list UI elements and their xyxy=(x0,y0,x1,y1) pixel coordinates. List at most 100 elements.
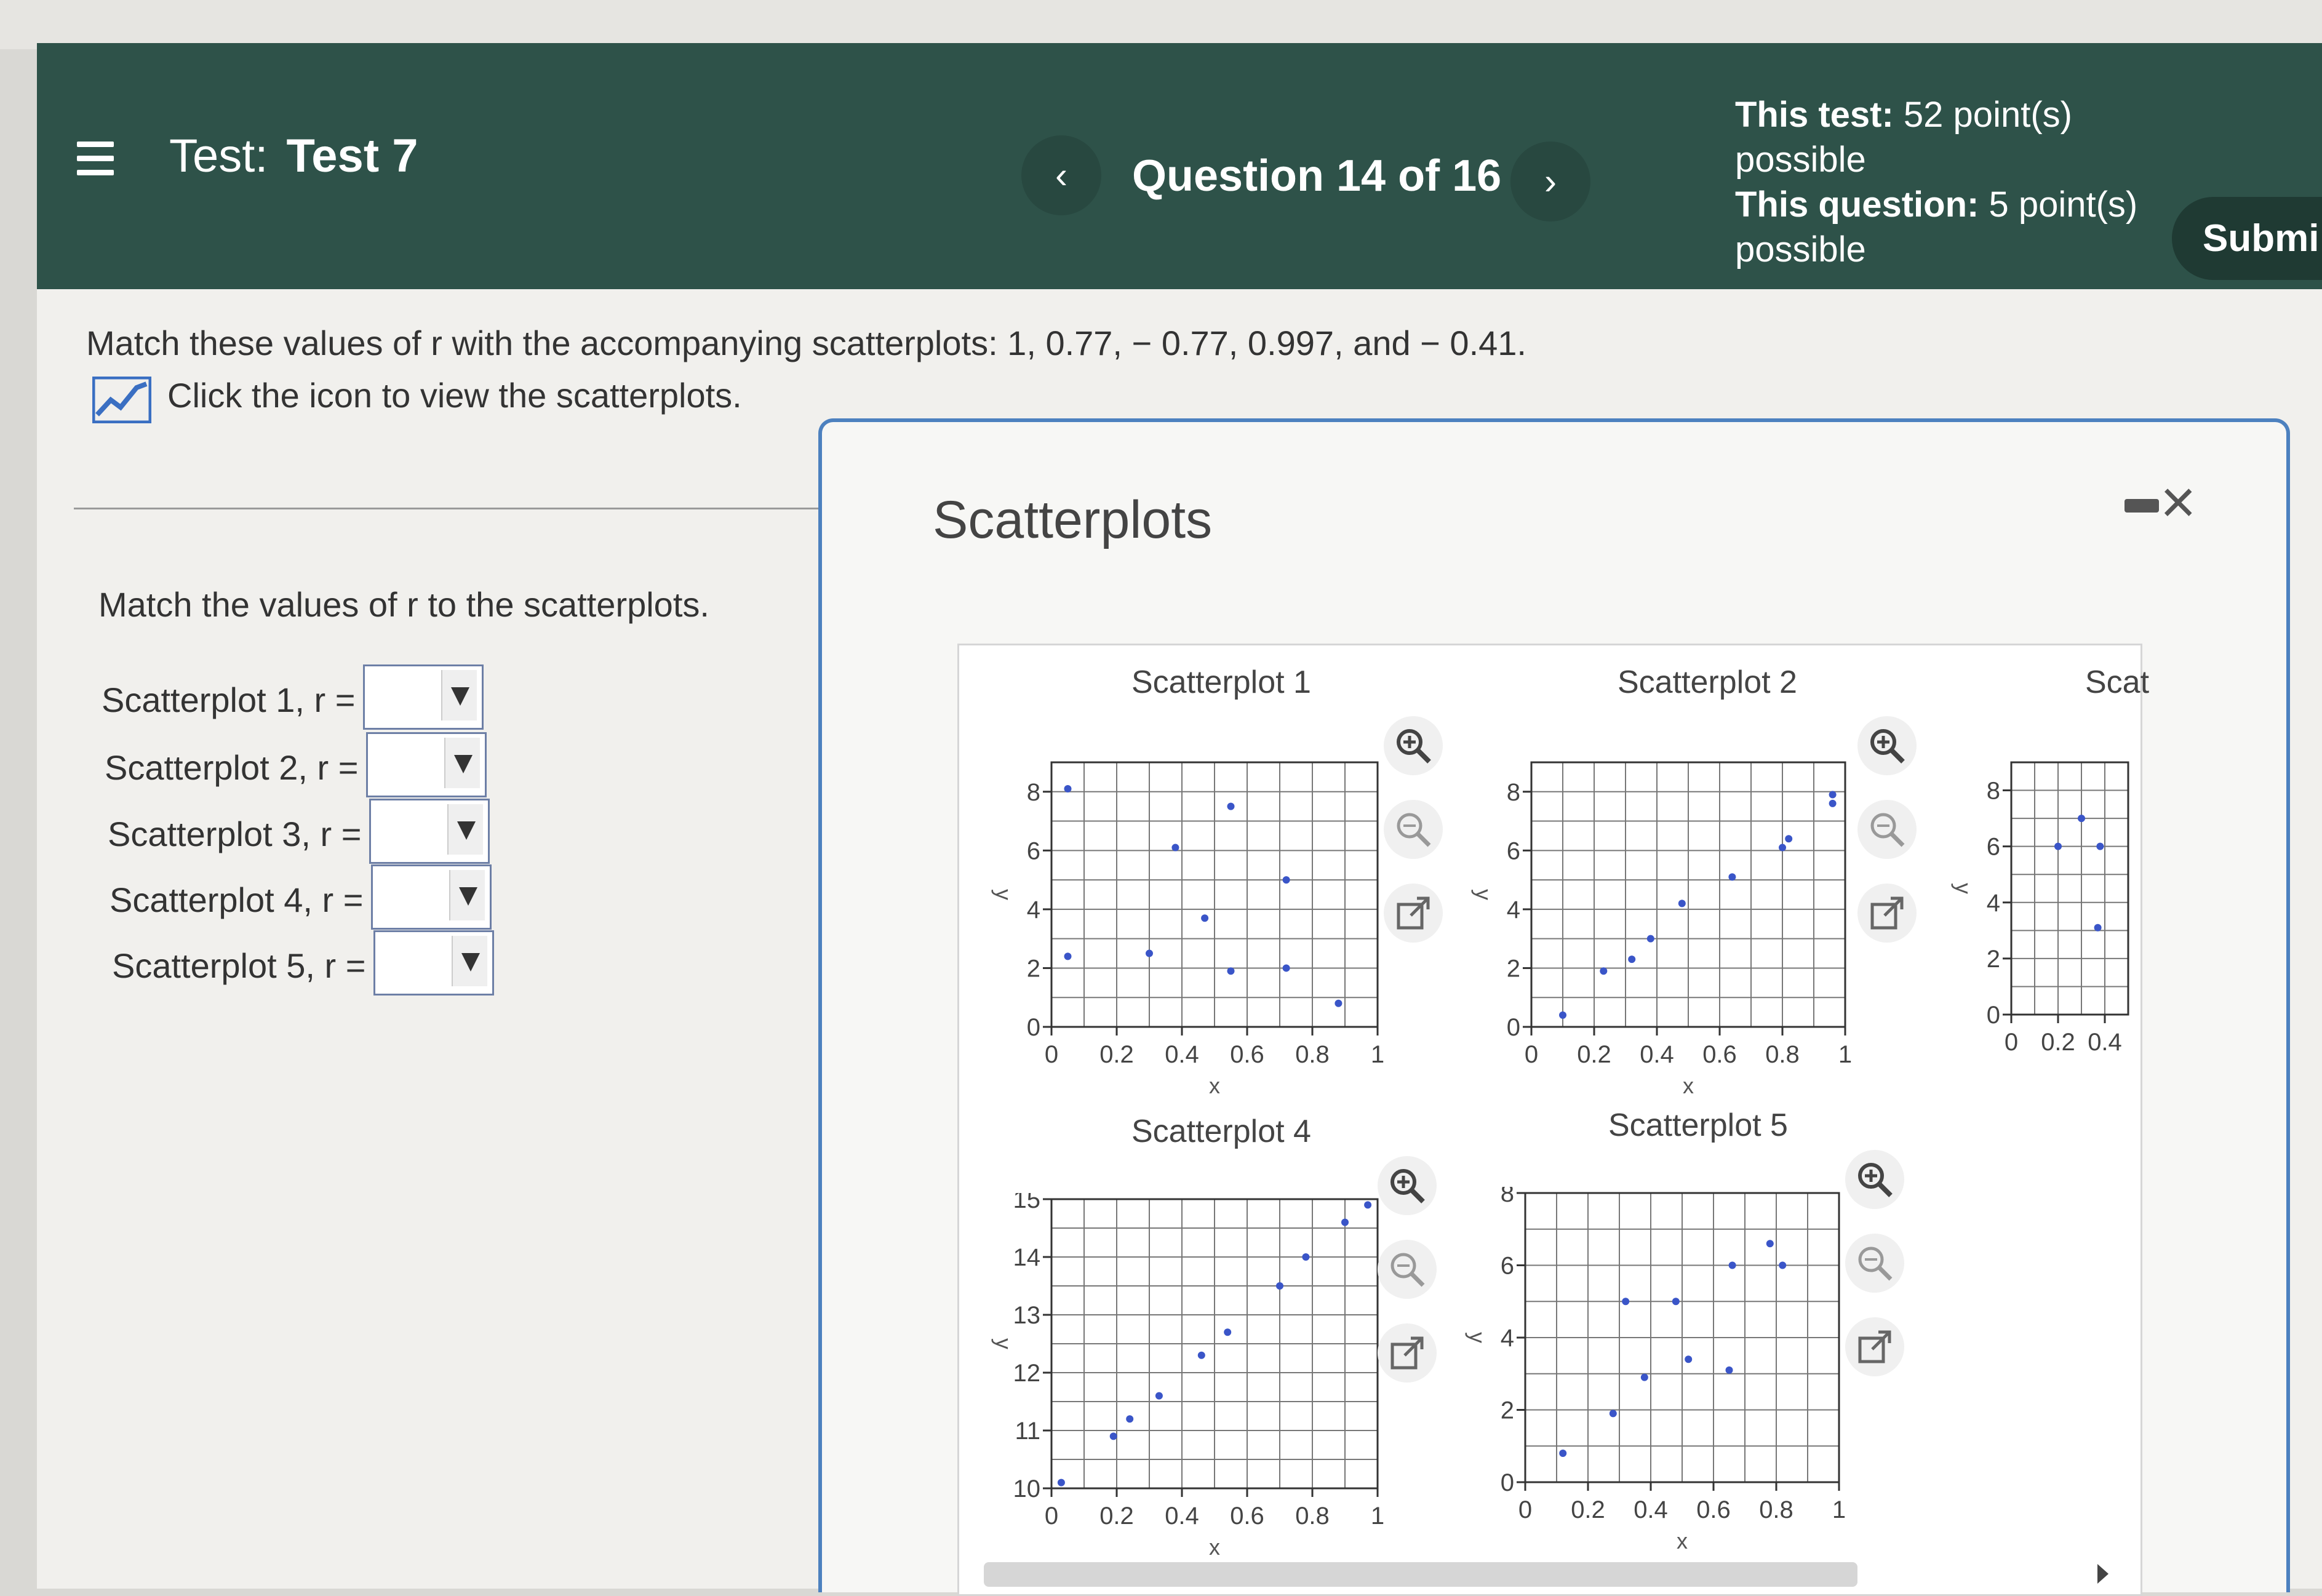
data-point xyxy=(1628,956,1636,964)
grid xyxy=(2011,762,2129,1015)
x-tick-label: 0.4 xyxy=(1165,1041,1199,1068)
divider xyxy=(74,508,818,509)
submit-test-button[interactable]: Submi xyxy=(2172,197,2322,280)
data-point xyxy=(1728,1261,1736,1269)
data-point xyxy=(1227,802,1235,810)
y-tick-label: 4 xyxy=(1507,896,1520,924)
data-point xyxy=(1622,1298,1630,1306)
y-tick-label: 4 xyxy=(1027,896,1040,924)
data-point xyxy=(2094,924,2102,932)
x-tick-label: 1 xyxy=(1371,1041,1384,1068)
open-external-icon[interactable] xyxy=(1378,1323,1437,1383)
r-value-dropdown-1[interactable] xyxy=(363,664,484,730)
scatterplot-5: 0 0.2 0.4 0.6 0.8 1 0 2 4 6 8 x y xyxy=(1465,1187,1846,1554)
y-axis-label: y xyxy=(991,889,1016,900)
close-icon[interactable]: × xyxy=(2160,471,2196,533)
zoom-in-icon[interactable] xyxy=(1384,716,1443,775)
r-value-dropdown-5[interactable] xyxy=(373,930,494,996)
zoom-in-icon[interactable] xyxy=(1378,1156,1437,1215)
dropdown-arrow-icon xyxy=(444,738,480,788)
data-point xyxy=(2078,815,2085,823)
r-value-dropdown-2[interactable] xyxy=(366,732,487,797)
previous-question-button[interactable]: ‹ xyxy=(1021,135,1101,215)
y-axis-label: y xyxy=(1465,1332,1490,1343)
match-row-5: Scatterplot 5, r = xyxy=(112,930,506,996)
r-value-dropdown-3[interactable] xyxy=(369,799,490,864)
data-point xyxy=(1779,844,1786,852)
dialog-title: Scatterplots xyxy=(933,490,1213,549)
data-point xyxy=(1559,1011,1566,1019)
data-point xyxy=(1227,967,1235,975)
zoom-out-icon[interactable] xyxy=(1845,1234,1904,1293)
zoom-in-icon[interactable] xyxy=(1845,1150,1904,1209)
view-scatterplots-link[interactable]: Click the icon to view the scatterplots. xyxy=(167,375,742,415)
data-point xyxy=(1766,1240,1774,1248)
y-tick-label: 4 xyxy=(1501,1325,1514,1352)
open-external-icon[interactable] xyxy=(1384,884,1443,943)
menu-icon[interactable] xyxy=(77,142,114,175)
x-tick-label: 0.4 xyxy=(1165,1502,1199,1530)
open-external-icon[interactable] xyxy=(1845,1317,1904,1376)
x-tick-label: 0.6 xyxy=(1230,1502,1264,1530)
data-point xyxy=(1302,1253,1310,1261)
plot-title-1: Scatterplot 1 xyxy=(1131,664,1311,700)
scatterplot-4: 0 0.2 0.4 0.6 0.8 1 10 11 12 13 14 15 x y xyxy=(991,1193,1384,1560)
y-tick-label: 12 xyxy=(1013,1360,1041,1387)
question-instructions: Match these values of r with the accompa… xyxy=(86,324,1526,362)
next-question-button[interactable]: › xyxy=(1510,142,1590,221)
this-question-label: This question: xyxy=(1735,185,1979,225)
data-point xyxy=(1685,1355,1693,1363)
x-tick-label: 0.8 xyxy=(1759,1496,1793,1523)
plot-title-4: Scatterplot 4 xyxy=(1131,1114,1311,1149)
grid xyxy=(1525,1192,1840,1483)
open-external-icon[interactable] xyxy=(1857,884,1917,943)
y-tick-label: 0 xyxy=(1027,1014,1040,1041)
data-point xyxy=(1276,1282,1283,1290)
data-point xyxy=(1146,949,1153,957)
x-tick-label: 1 xyxy=(1838,1041,1852,1068)
y-tick-label: 2 xyxy=(1507,955,1520,982)
data-point xyxy=(1197,1351,1205,1359)
x-tick-label: 0.8 xyxy=(1765,1041,1800,1068)
test-header: Test: Test 7 ‹ Question 14 of 16 › This t… xyxy=(37,43,2322,289)
minimize-icon[interactable] xyxy=(2125,499,2159,513)
data-point xyxy=(1609,1410,1617,1418)
grid xyxy=(1531,762,1846,1027)
match-row-1: Scatterplot 1, r = xyxy=(102,664,495,730)
plot-2-tools xyxy=(1857,716,1925,967)
y-tick-label: 14 xyxy=(1013,1244,1041,1271)
data-point xyxy=(1171,844,1179,852)
plot-title-5: Scatterplot 5 xyxy=(1608,1107,1788,1143)
x-axis-label: x xyxy=(1209,1073,1220,1098)
scroll-right-icon[interactable] xyxy=(2097,1564,2109,1584)
data-point xyxy=(1640,1373,1648,1381)
zoom-out-icon[interactable] xyxy=(1857,800,1917,859)
data-point xyxy=(1064,785,1072,792)
y-tick-label: 15 xyxy=(1013,1193,1041,1213)
x-tick-label: 0.6 xyxy=(1230,1041,1264,1068)
x-tick-label: 0.2 xyxy=(1577,1041,1611,1068)
zoom-out-icon[interactable] xyxy=(1378,1240,1437,1299)
data-point xyxy=(1364,1201,1372,1209)
match-row-label: Scatterplot 3, r = xyxy=(108,815,362,853)
x-tick-label: 0 xyxy=(1518,1496,1532,1523)
x-axis-label: x xyxy=(1209,1534,1220,1560)
zoom-in-icon[interactable] xyxy=(1857,716,1917,775)
points-info: This test: 52 point(s) possible This que… xyxy=(1735,92,2166,272)
x-tick-label: 0.2 xyxy=(1571,1496,1605,1523)
data-point xyxy=(1600,967,1608,975)
test-prefix: Test: xyxy=(169,130,268,182)
horizontal-scrollbar[interactable] xyxy=(984,1562,1857,1587)
r-value-dropdown-4[interactable] xyxy=(371,864,492,930)
dropdown-arrow-icon xyxy=(449,870,485,920)
test-name: Test 7 xyxy=(286,130,418,182)
y-tick-label: 2 xyxy=(1027,955,1040,982)
y-tick-label: 2 xyxy=(1987,946,2000,973)
y-tick-label: 13 xyxy=(1013,1302,1041,1329)
data-point xyxy=(1646,935,1654,943)
y-axis-label: y xyxy=(1951,883,1976,894)
dropdown-arrow-icon xyxy=(447,804,483,855)
zoom-out-icon[interactable] xyxy=(1384,800,1443,859)
y-tick-label: 0 xyxy=(1501,1469,1514,1496)
line-chart-icon[interactable] xyxy=(92,377,151,423)
